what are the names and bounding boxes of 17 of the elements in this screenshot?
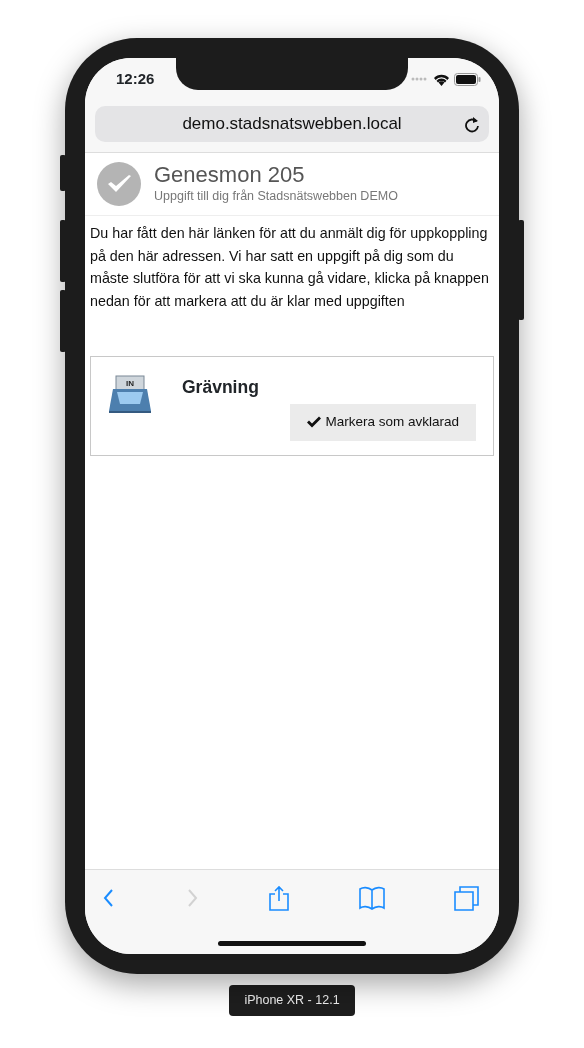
- task-title: Grävning: [182, 376, 260, 399]
- mark-complete-button[interactable]: Markera som avklarad: [290, 404, 476, 441]
- checkmark-icon: [307, 416, 322, 429]
- tabs-icon[interactable]: [454, 885, 479, 911]
- page-subtitle: Uppgift till dig från Stadsnätswebben DEMO: [154, 187, 398, 205]
- device-label: iPhone XR - 12.1: [229, 985, 355, 1016]
- battery-icon: [454, 72, 481, 86]
- page-title: Genesmon 205: [154, 162, 306, 187]
- checkmark-icon: [97, 162, 141, 206]
- book-icon[interactable]: [359, 885, 385, 911]
- address-bar[interactable]: demo.stadsnatswebben.local: [95, 106, 489, 142]
- wifi-icon: [433, 72, 450, 86]
- reload-icon[interactable]: [464, 115, 480, 133]
- share-icon[interactable]: [268, 885, 290, 911]
- intro-paragraph: Du har fått den här länken för att du anmält dig för uppkoppling på den här adressen. Vi har satt en uppgift på dig som du måste slutföra för att vi ska kunna gå vidare, klicka på knappen nedan för att markera att du är klar med uppgiften: [89, 224, 490, 311]
- signal-icon: [411, 77, 429, 81]
- status-time: 12:26: [116, 68, 155, 89]
